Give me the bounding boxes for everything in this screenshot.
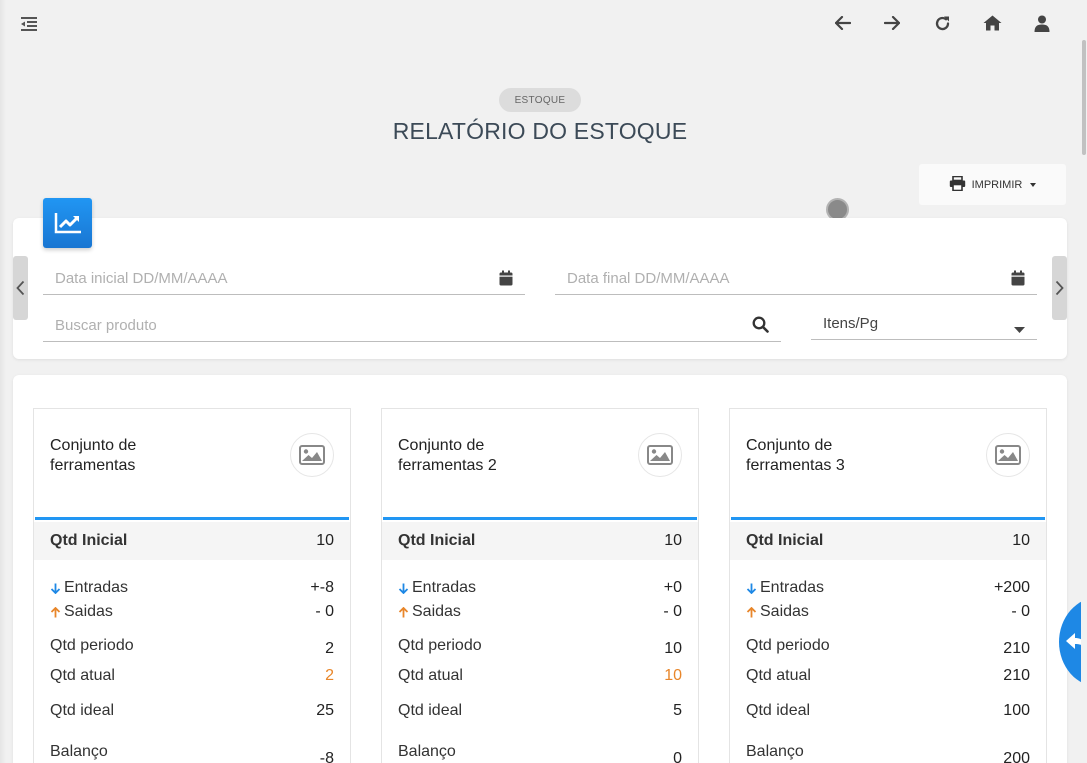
arrow-up-icon: [50, 606, 61, 617]
items-per-page-label: Itens/Pg: [823, 315, 879, 332]
caret-down-icon: [1030, 182, 1037, 187]
arrow-right-icon[interactable]: [881, 12, 903, 34]
entradas-row: Entradas +0: [382, 576, 698, 600]
end-date-input[interactable]: [555, 270, 1037, 287]
arrow-down-icon: [50, 583, 61, 594]
product-card[interactable]: Conjunto de ferramentas 3 Qtd Inicial 10 E…: [729, 408, 1047, 763]
arrow-down-icon: [746, 583, 757, 594]
qtd-periodo-row: Qtd periodo 10: [398, 637, 682, 657]
printer-icon: [949, 175, 966, 194]
qtd-inicial-row: Qtd Inicial 10: [382, 522, 698, 560]
entradas-row: Entradas +-8: [34, 576, 350, 600]
balanco-row: Balanço 0: [398, 743, 682, 763]
product-card[interactable]: Conjunto de ferramentas 2 Qtd Inicial 10 E…: [381, 408, 699, 763]
qtd-periodo-row: Qtd periodo 210: [746, 637, 1030, 657]
product-search-field[interactable]: [43, 310, 781, 342]
card-accent-line: [35, 517, 349, 520]
card-accent-line: [383, 517, 697, 520]
qtd-periodo-row: Qtd periodo 2: [50, 637, 334, 657]
home-icon[interactable]: [981, 12, 1003, 34]
user-icon[interactable]: [1031, 12, 1053, 34]
image-placeholder-icon[interactable]: [638, 433, 682, 477]
refresh-icon[interactable]: [931, 12, 953, 34]
dropdown-arrow-icon: [1014, 320, 1025, 338]
arrow-up-icon: [398, 606, 409, 617]
card-accent-line: [731, 517, 1045, 520]
qtd-ideal-row: Qtd ideal 25: [50, 702, 334, 719]
prev-button[interactable]: [13, 256, 28, 320]
entradas-row: Entradas +200: [730, 576, 1046, 600]
qtd-inicial-row: Qtd Inicial 10: [34, 522, 350, 560]
product-name: Conjunto de ferramentas 3: [746, 437, 845, 474]
arrow-down-icon: [398, 583, 409, 594]
arrow-up-icon: [746, 606, 757, 617]
section-badge: ESTOQUE: [499, 88, 581, 112]
qtd-ideal-row: Qtd ideal 100: [746, 702, 1030, 719]
qtd-inicial-row: Qtd Inicial 10: [730, 522, 1046, 560]
image-placeholder-icon[interactable]: [986, 433, 1030, 477]
product-name: Conjunto de ferramentas 2: [398, 437, 497, 474]
search-icon[interactable]: [752, 316, 769, 338]
left-edge-shadow: [0, 0, 6, 763]
qtd-atual-row: Qtd atual 10: [398, 667, 682, 684]
product-name: Conjunto de ferramentas: [50, 437, 137, 474]
menu-collapse-icon[interactable]: [18, 13, 40, 35]
chart-line-icon: [43, 198, 92, 248]
qtd-ideal-row: Qtd ideal 5: [398, 702, 682, 719]
print-button-label: IMPRIMIR: [971, 178, 1023, 191]
balanco-row: Balanço -8: [50, 743, 334, 763]
search-input[interactable]: [43, 317, 781, 334]
saidas-row: Saidas - 0: [730, 600, 1046, 624]
print-button[interactable]: IMPRIMIR: [919, 164, 1066, 205]
product-card[interactable]: Conjunto de ferramentas Qtd Inicial 10 Ent…: [33, 408, 351, 763]
saidas-row: Saidas - 0: [34, 600, 350, 624]
chevron-right-icon: [1055, 280, 1064, 296]
calendar-icon[interactable]: [1011, 270, 1025, 291]
arrow-left-icon[interactable]: [832, 12, 854, 34]
balanco-row: Balanço 200: [746, 743, 1030, 763]
scrollbar-thumb[interactable]: [1082, 40, 1086, 155]
top-bar: [0, 0, 1087, 46]
end-date-field[interactable]: [555, 263, 1037, 295]
calendar-icon[interactable]: [499, 270, 513, 291]
next-button[interactable]: [1052, 256, 1067, 320]
items-per-page-select[interactable]: Itens/Pg: [811, 308, 1037, 340]
saidas-row: Saidas - 0: [382, 600, 698, 624]
image-placeholder-icon[interactable]: [290, 433, 334, 477]
qtd-atual-row: Qtd atual 2: [50, 667, 334, 684]
start-date-field[interactable]: [43, 263, 525, 295]
qtd-atual-row: Qtd atual 210: [746, 667, 1030, 684]
start-date-input[interactable]: [43, 270, 525, 287]
chevron-left-icon: [16, 280, 25, 296]
page-title: RELATÓRIO DO ESTOQUE: [392, 118, 688, 144]
